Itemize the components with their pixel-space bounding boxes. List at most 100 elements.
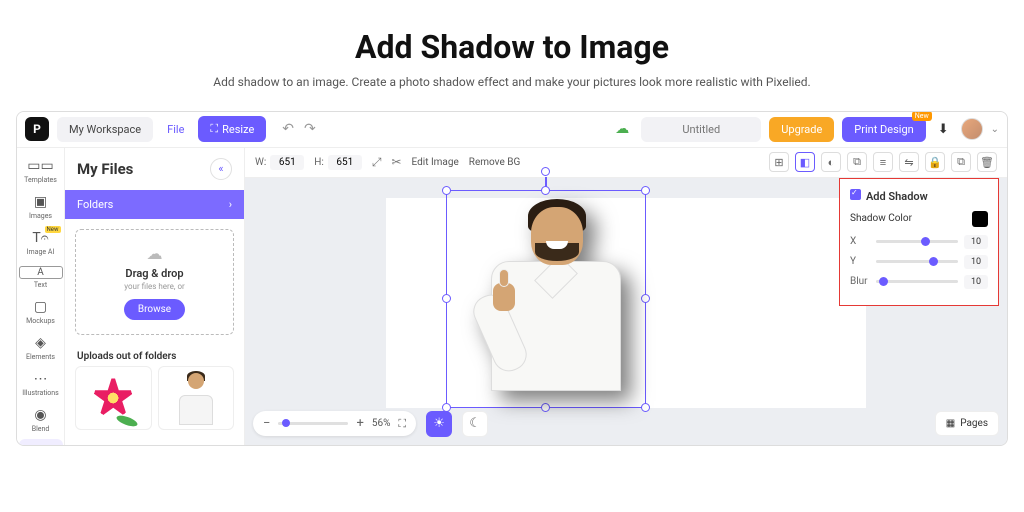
chevron-right-icon: ›	[229, 198, 232, 211]
document-title-input[interactable]	[641, 117, 761, 142]
delete-tool[interactable]: 🗑	[977, 152, 997, 172]
zoom-in-button[interactable]: +	[356, 416, 363, 431]
download-icon[interactable]: ⬇	[934, 122, 953, 137]
rail-templates[interactable]: ▭▭Templates	[19, 154, 63, 188]
browse-button[interactable]: Browse	[124, 299, 185, 320]
height-label: H:	[314, 157, 324, 168]
pages-icon: ▦	[946, 418, 955, 429]
upgrade-button[interactable]: Upgrade	[769, 117, 834, 142]
position-tool[interactable]: ⊞	[769, 152, 789, 172]
shadow-x-slider[interactable]	[876, 240, 958, 243]
shadow-color-swatch[interactable]	[972, 211, 988, 227]
file-menu[interactable]: File	[161, 123, 190, 136]
pages-button[interactable]: ▦Pages	[935, 411, 999, 436]
layer-tool[interactable]: ⧉	[847, 152, 867, 172]
fit-screen-icon[interactable]: ⛶	[398, 417, 406, 431]
mockups-icon: ▢	[19, 299, 63, 315]
rail-text[interactable]: AText	[19, 262, 63, 293]
rail-images[interactable]: ▣Images	[19, 190, 63, 224]
flip-tool[interactable]: ⇋	[899, 152, 919, 172]
shadow-blur-value[interactable]: 10	[964, 275, 988, 289]
sidebar: My Files « Folders› ☁ Drag & drop your f…	[65, 148, 245, 445]
user-menu-caret-icon[interactable]: ⌄	[991, 124, 999, 135]
canvas[interactable]	[386, 198, 866, 408]
illustrations-icon: ⋯	[19, 371, 63, 387]
undo-icon[interactable]: ↶	[282, 121, 294, 137]
handle-top-mid[interactable]	[541, 186, 550, 195]
upload-thumb-flower[interactable]	[75, 366, 152, 430]
selection-box[interactable]	[446, 190, 646, 408]
height-input[interactable]	[328, 155, 362, 170]
light-theme-button[interactable]: ☀	[426, 411, 452, 437]
new-badge: New	[912, 111, 932, 121]
drag-drop-sub: your files here, or	[84, 282, 225, 291]
upload-thumb-person[interactable]	[158, 366, 235, 430]
rotate-handle[interactable]	[541, 167, 550, 176]
upload-cloud-icon: ☁	[84, 244, 225, 263]
edit-image-link[interactable]: Edit Image	[412, 157, 459, 168]
blend-icon: ◉	[19, 407, 63, 423]
shadow-blur-label: Blur	[850, 276, 870, 287]
dark-theme-button[interactable]: ☾	[462, 411, 488, 437]
shadow-blur-slider[interactable]	[876, 280, 958, 283]
resize-icon: ⛶	[210, 122, 218, 136]
expand-icon[interactable]: ⤢	[372, 155, 382, 170]
redo-icon[interactable]: ↷	[304, 121, 316, 137]
crop-icon[interactable]: ✂	[391, 155, 401, 169]
remove-bg-link[interactable]: Remove BG	[469, 157, 520, 168]
rail-my-files[interactable]: 🗀My Files	[19, 439, 63, 446]
canvas-image[interactable]	[453, 197, 639, 401]
page-subtitle: Add shadow to an image. Create a photo s…	[0, 74, 1024, 91]
uploads-heading: Uploads out of folders	[65, 345, 244, 366]
resize-button[interactable]: ⛶Resize	[198, 116, 266, 142]
handle-mid-left[interactable]	[442, 294, 451, 303]
user-avatar[interactable]	[961, 118, 983, 140]
shadow-y-value[interactable]: 10	[964, 255, 988, 269]
align-tool[interactable]: ≡	[873, 152, 893, 172]
rail-image-ai[interactable]: NewT𝄐Image AI	[19, 226, 63, 260]
my-files-icon: 🗀	[19, 443, 63, 446]
cloud-sync-icon[interactable]: ☁	[615, 121, 629, 137]
shadow-title: Add Shadow	[866, 190, 928, 203]
left-rail: ▭▭Templates ▣Images NewT𝄐Image AI AText …	[17, 148, 65, 445]
workspace-button[interactable]: My Workspace	[57, 117, 153, 142]
add-shadow-checkbox[interactable]	[850, 189, 861, 200]
editor-app: P My Workspace File ⛶Resize ↶ ↷ ☁ Upgrad…	[16, 111, 1008, 446]
folders-section[interactable]: Folders›	[65, 190, 244, 219]
shadow-x-label: X	[850, 236, 870, 247]
shadow-x-value[interactable]: 10	[964, 235, 988, 249]
collapse-sidebar-button[interactable]: «	[210, 158, 232, 180]
app-logo[interactable]: P	[25, 117, 49, 141]
text-icon: A	[19, 266, 63, 279]
topbar: P My Workspace File ⛶Resize ↶ ↷ ☁ Upgrad…	[17, 112, 1007, 148]
width-input[interactable]	[270, 155, 304, 170]
handle-top-right[interactable]	[641, 186, 650, 195]
rail-mockups[interactable]: ▢Mockups	[19, 295, 63, 329]
handle-top-left[interactable]	[442, 186, 451, 195]
print-design-button[interactable]: Print DesignNew	[842, 117, 925, 142]
shadow-panel: Add Shadow Shadow Color X 10 Y 10 Blur 10	[839, 178, 999, 306]
width-label: W:	[255, 157, 266, 168]
shadow-color-label: Shadow Color	[850, 213, 912, 224]
rail-illustrations[interactable]: ⋯Illustrations	[19, 367, 63, 401]
opacity-tool[interactable]: ◐	[821, 152, 841, 172]
zoom-slider[interactable]	[278, 422, 348, 425]
canvas-toolbar: W: H: ⤢ ✂ Edit Image Remove BG ⊞ ◧ ◐ ⧉ ≡…	[245, 148, 1007, 178]
zoom-value: 56%	[372, 418, 391, 429]
canvas-area: W: H: ⤢ ✂ Edit Image Remove BG ⊞ ◧ ◐ ⧉ ≡…	[245, 148, 1007, 445]
shadow-y-slider[interactable]	[876, 260, 958, 263]
rail-blend[interactable]: ◉Blend	[19, 403, 63, 437]
shadow-y-label: Y	[850, 256, 870, 267]
images-icon: ▣	[19, 194, 63, 210]
sidebar-title: My Files	[77, 160, 133, 178]
lock-tool[interactable]: 🔒	[925, 152, 945, 172]
zoom-controls: − + 56% ⛶	[253, 411, 416, 436]
zoom-out-button[interactable]: −	[263, 416, 270, 431]
upload-dropzone[interactable]: ☁ Drag & drop your files here, or Browse	[75, 229, 234, 335]
rail-elements[interactable]: ◈Elements	[19, 331, 63, 365]
handle-mid-right[interactable]	[641, 294, 650, 303]
duplicate-tool[interactable]: ⧉	[951, 152, 971, 172]
page-title: Add Shadow to Image	[0, 28, 1024, 66]
elements-icon: ◈	[19, 335, 63, 351]
shadow-tool[interactable]: ◧	[795, 152, 815, 172]
